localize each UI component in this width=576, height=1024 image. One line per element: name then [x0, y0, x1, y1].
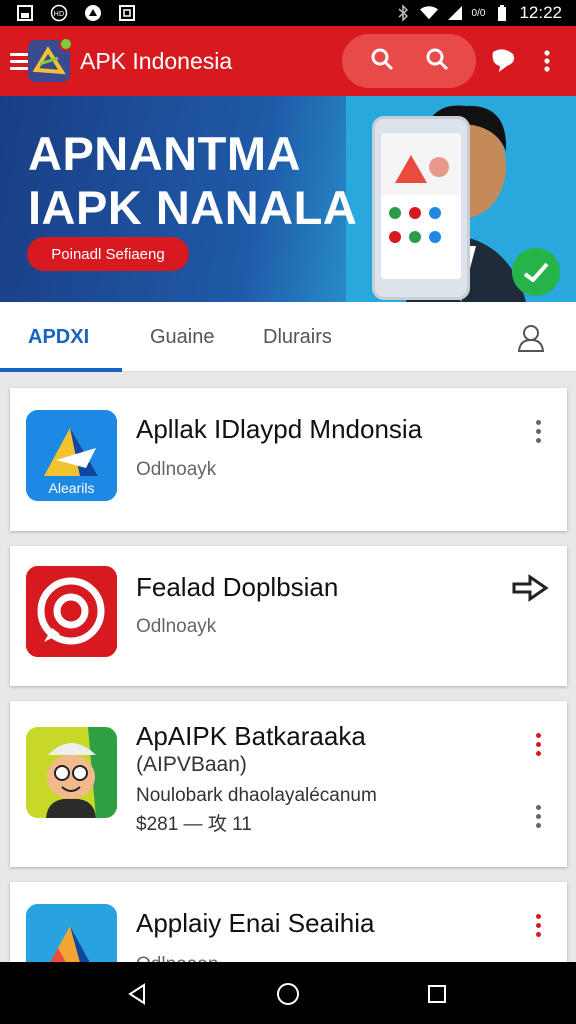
banner-button[interactable]: Poinadl Sefiaeng [27, 237, 189, 271]
signal-icon [446, 4, 464, 22]
app-title: ApAIPK Batkaraaka [136, 721, 366, 751]
search-icon[interactable] [425, 47, 449, 76]
app-title: Applaiy Enai Seaihia [136, 908, 375, 938]
app-title-line2: (AIPVBaan) [136, 753, 247, 776]
battery-icon [493, 4, 511, 22]
screenshot-icon [118, 4, 136, 22]
app-icon-label: Alearils [48, 480, 95, 496]
tab-indicator [0, 368, 122, 372]
svg-text:HD: HD [54, 10, 65, 18]
more-vert-icon[interactable] [534, 914, 542, 937]
app-subtitle: Odlnoaan [136, 954, 218, 962]
app-logo [28, 37, 73, 82]
target-icon [26, 566, 117, 657]
profile-icon[interactable] [517, 324, 545, 357]
bluetooth-icon [394, 4, 412, 22]
battery-percent: 0/0 [471, 7, 486, 19]
promo-banner[interactable]: APNANTMA IAPK NANALA Poinadl Sefiaeng [0, 96, 576, 302]
tab-apdxi[interactable]: APDXI [28, 326, 89, 349]
tab-guaine[interactable]: Guaine [150, 326, 215, 349]
app-title: APK Indonesia [80, 47, 233, 74]
search-pill[interactable] [342, 34, 476, 88]
banner-title-line1: APNANTMA [28, 127, 301, 180]
share-icon[interactable] [510, 574, 550, 607]
menu-icon[interactable] [10, 52, 28, 70]
phone-image [372, 116, 470, 300]
recents-icon[interactable] [424, 981, 450, 1007]
home-icon[interactable] [275, 981, 301, 1007]
app-title: Apllak IDlaypd Mndonsia [136, 414, 423, 444]
status-time: 12:22 [519, 3, 562, 22]
app-card[interactable]: ApAIPK Batkaraaka (AIPVBaan) Noulobark d… [10, 701, 567, 867]
more-vert-icon[interactable] [532, 46, 562, 76]
drive-icon [26, 904, 117, 962]
mascot-icon [26, 727, 117, 818]
more-vert-icon[interactable] [534, 805, 542, 828]
back-icon[interactable] [124, 981, 150, 1007]
tab-dlurairs[interactable]: Dlurairs [263, 326, 332, 349]
chat-icon[interactable] [488, 46, 518, 76]
more-vert-icon[interactable] [534, 733, 542, 756]
check-icon [512, 248, 560, 296]
app-notification-icon [84, 4, 102, 22]
app-bar: APK Indonesia [0, 26, 576, 96]
banner-title-line2: IAPK NANALA [28, 181, 358, 234]
app-title: Fealad Doplbsian [136, 572, 339, 602]
app-subtitle: Odlnoayk [136, 459, 217, 480]
wifi-icon [419, 4, 438, 22]
gallery-icon [16, 4, 34, 22]
app-subtitle: Odlnoayk [136, 616, 217, 637]
app-description: Noulobark dhaolayalécanum [136, 785, 377, 806]
app-card[interactable]: Fealad Doplbsian Odlnoayk [10, 546, 567, 686]
app-card[interactable]: Alearils Apllak IDlaypd Mndonsia Odlnoay… [10, 388, 567, 531]
app-card[interactable]: Applaiy Enai Seaihia Odlnoaan [10, 882, 567, 962]
search-icon[interactable] [370, 47, 394, 76]
status-bar: HD 0/0 12:22 [0, 0, 576, 26]
hd-icon: HD [50, 4, 68, 22]
app-meta: $281 — 攻 11 [136, 814, 252, 835]
system-nav-bar [0, 962, 576, 1024]
more-vert-icon[interactable] [534, 420, 542, 443]
tab-bar: APDXI Guaine Dlurairs [0, 302, 576, 372]
